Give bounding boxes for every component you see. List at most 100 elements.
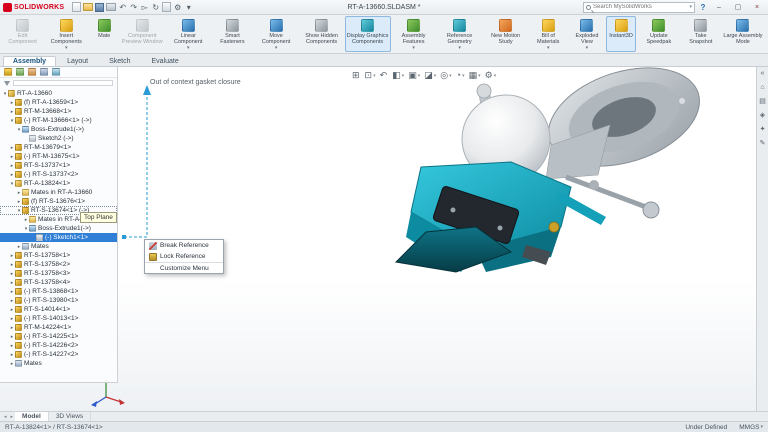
- tree-item[interactable]: ▸ RT-S-13758<2>: [0, 260, 117, 269]
- break-reference-menuitem[interactable]: Break Reference: [145, 240, 223, 251]
- view-tool[interactable]: ⚙ ▾: [485, 70, 497, 80]
- view-tool[interactable]: ◎ ▾: [440, 70, 451, 80]
- tree-item[interactable]: ▾ Boss-Extrude1(->): [0, 224, 117, 233]
- appearances-icon[interactable]: ✦: [760, 126, 766, 134]
- ribbon-button[interactable]: Reference Geometry ▾: [437, 16, 483, 52]
- ribbon-button[interactable]: Edit Component: [2, 16, 43, 52]
- tree-item[interactable]: ▸ Mates in RT-A-13660: [0, 188, 117, 197]
- units-label: MMGS: [739, 424, 759, 431]
- tree-item[interactable]: (-) Sketch1<1>: [0, 233, 117, 242]
- tree-item[interactable]: ▸ (f) RT-A-13659<1>: [0, 98, 117, 107]
- tree-item[interactable]: ▸ RT-S-13758<4>: [0, 278, 117, 287]
- 3d-model[interactable]: [396, 67, 712, 272]
- select-icon[interactable]: ▻: [140, 2, 149, 13]
- view-tool[interactable]: ↶: [380, 70, 389, 80]
- ribbon-button[interactable]: Update Speedpak: [636, 16, 682, 52]
- view-tool[interactable]: ▦ ▾: [469, 70, 481, 80]
- tree-item[interactable]: ▸ (-) RT-S-14226<2>: [0, 341, 117, 350]
- units-selector[interactable]: MMGS ▾: [739, 424, 763, 431]
- rebuild-icon[interactable]: ↻: [151, 2, 160, 13]
- view-tool[interactable]: ◪ ▾: [424, 70, 436, 80]
- tree-item[interactable]: ▸ (-) RT-M-13675<1>: [0, 152, 117, 161]
- tree-item[interactable]: ▾ RT-A-13660: [0, 89, 117, 98]
- tree-item[interactable]: ▸ (-) RT-S-14225<1>: [0, 332, 117, 341]
- document-tab[interactable]: 3D Views: [49, 412, 91, 421]
- command-tab[interactable]: Evaluate: [142, 56, 189, 66]
- tree-item[interactable]: ▸ RT-M-13679<1>: [0, 143, 117, 152]
- ribbon-button[interactable]: Large Assembly Mode: [720, 16, 766, 52]
- tree-item[interactable]: ▸ (-) RT-S-13980<1>: [0, 296, 117, 305]
- tree-item[interactable]: ▸ RT-S-13737<1>: [0, 161, 117, 170]
- view-tool[interactable]: ⊞: [352, 70, 361, 80]
- ribbon-button[interactable]: Bill of Materials ▾: [529, 16, 568, 52]
- tree-item[interactable]: ▸ (-) RT-S-14227<2>: [0, 350, 117, 359]
- ribbon-button[interactable]: Assembly Features ▾: [391, 16, 437, 52]
- tree-filter-input[interactable]: [13, 80, 113, 86]
- ribbon-button[interactable]: Insert Components ▾: [43, 16, 89, 52]
- tree-item[interactable]: ▸ Mates: [0, 242, 117, 251]
- help-icon[interactable]: ?: [698, 3, 708, 12]
- view-tool[interactable]: ◧ ▾: [392, 70, 404, 80]
- tree-item[interactable]: ▾ RT-A-13824<1>: [0, 179, 117, 188]
- solidworks-resources-icon[interactable]: ⌂: [760, 84, 764, 92]
- new-file-icon[interactable]: [72, 2, 81, 12]
- ribbon-button[interactable]: Move Component ▾: [254, 16, 299, 52]
- ribbon-button[interactable]: Instant3D: [606, 16, 636, 52]
- ribbon-button[interactable]: Display Graphics Components: [345, 16, 391, 52]
- propertymanager-tab-icon[interactable]: [16, 68, 24, 76]
- save-icon[interactable]: [95, 3, 104, 12]
- tree-item[interactable]: ▸ (-) RT-S-13737<2>: [0, 170, 117, 179]
- maximize-button[interactable]: ▢: [730, 1, 746, 14]
- ribbon-button[interactable]: New Motion Study: [483, 16, 529, 52]
- tree-item[interactable]: ▸ Mates: [0, 359, 117, 368]
- collapse-taskpane-icon[interactable]: «: [761, 70, 765, 78]
- ribbon-button[interactable]: Smart Fasteners: [211, 16, 253, 52]
- tree-item[interactable]: ▾ Boss-Extrude1(->): [0, 125, 117, 134]
- view-tool[interactable]: ⊡ ▾: [365, 70, 376, 80]
- configurationmanager-tab-icon[interactable]: [28, 68, 36, 76]
- undo-icon[interactable]: ↶: [118, 2, 127, 13]
- document-tab[interactable]: Model: [15, 412, 49, 421]
- ribbon-button[interactable]: Mate: [89, 16, 119, 52]
- search-input[interactable]: [593, 4, 687, 10]
- lock-reference-menuitem[interactable]: Lock Reference: [145, 251, 223, 262]
- tree-item[interactable]: ▸ (-) RT-S-14013<1>: [0, 314, 117, 323]
- search-dropdown-icon[interactable]: ▾: [689, 4, 692, 10]
- view-tool[interactable]: ◔ ▾: [456, 70, 465, 80]
- dimxpert-tab-icon[interactable]: [40, 68, 48, 76]
- tree-item[interactable]: ▸ (-) RT-S-13868<1>: [0, 287, 117, 296]
- toolbar-dropdown-icon[interactable]: ▾: [184, 2, 193, 13]
- view-tool[interactable]: ▣ ▾: [408, 70, 420, 80]
- custom-properties-icon[interactable]: ✎: [760, 140, 766, 148]
- displaymanager-tab-icon[interactable]: [52, 68, 60, 76]
- command-tab[interactable]: Layout: [57, 56, 98, 66]
- print-icon[interactable]: [106, 3, 116, 11]
- ribbon-button[interactable]: Show Hidden Components: [299, 16, 345, 52]
- tree-item[interactable]: ▸ RT-S-13758<3>: [0, 269, 117, 278]
- customize-menu-menuitem[interactable]: Customize Menu: [145, 262, 223, 273]
- command-tab[interactable]: Sketch: [99, 56, 140, 66]
- design-library-icon[interactable]: ▤: [759, 98, 766, 106]
- close-button[interactable]: ×: [749, 1, 765, 14]
- minimize-button[interactable]: –: [711, 1, 727, 14]
- tree-item[interactable]: ▾ (-) RT-M-13666<1> (->): [0, 116, 117, 125]
- options-icon[interactable]: ⚙: [173, 2, 182, 13]
- ribbon-button[interactable]: Exploded View ▾: [568, 16, 606, 52]
- command-tab[interactable]: Assembly: [3, 56, 56, 66]
- tree-item[interactable]: Sketch2 (->): [0, 134, 117, 143]
- tree-item[interactable]: ▸ RT-M-14224<1>: [0, 323, 117, 332]
- file-properties-icon[interactable]: [162, 2, 171, 12]
- file-explorer-icon[interactable]: ◈: [760, 112, 765, 120]
- open-file-icon[interactable]: [83, 3, 93, 11]
- tree-item[interactable]: ▸ (f) RT-S-13676<1>: [0, 197, 117, 206]
- ribbon-button[interactable]: Take Snapshot: [682, 16, 720, 52]
- tree-item[interactable]: ▸ RT-M-13668<1>: [0, 107, 117, 116]
- redo-icon[interactable]: ↷: [129, 2, 138, 13]
- tree-item[interactable]: ▸ RT-S-14014<1>: [0, 305, 117, 314]
- tree-item[interactable]: ▸ RT-S-13758<1>: [0, 251, 117, 260]
- ribbon-button[interactable]: Component Preview Window: [119, 16, 165, 52]
- featuremanager-tab-icon[interactable]: [4, 68, 12, 76]
- ribbon-button[interactable]: Linear Component Pattern ▾: [165, 16, 211, 52]
- search-box[interactable]: ▾: [583, 2, 695, 13]
- filter-icon[interactable]: [4, 81, 10, 86]
